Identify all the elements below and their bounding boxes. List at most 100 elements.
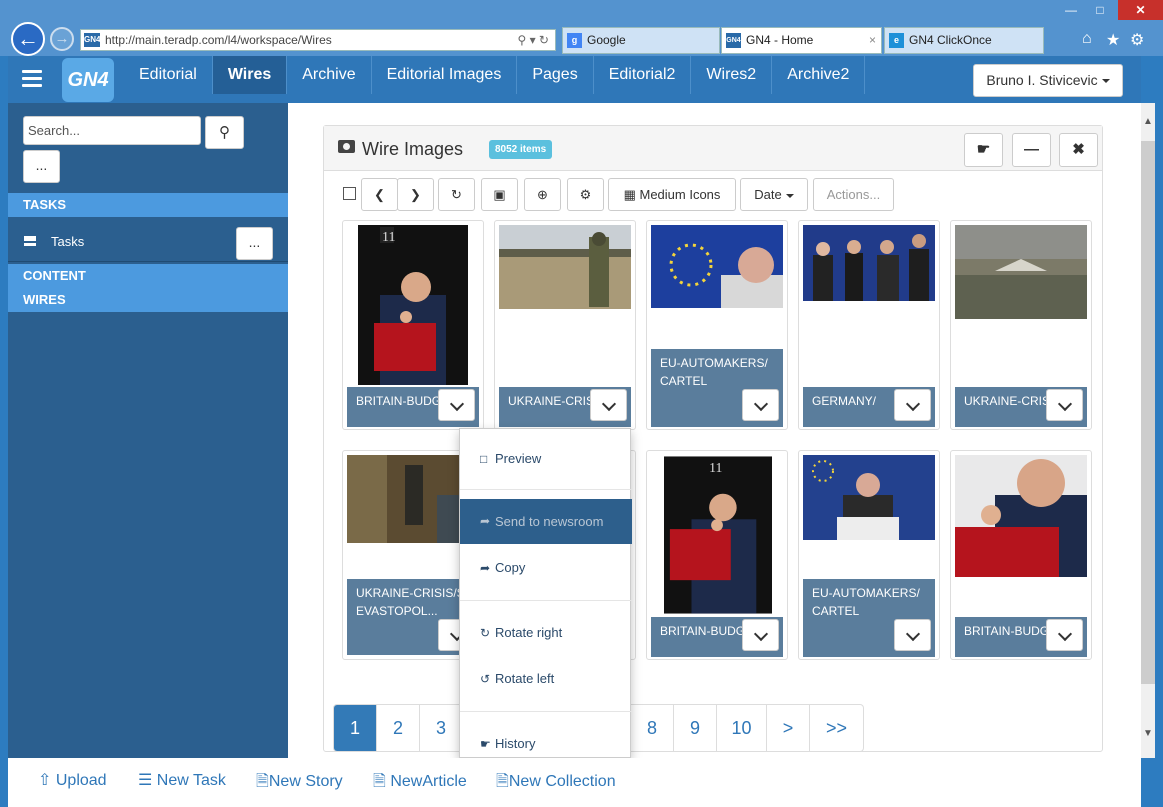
menu-item-label: Rotate left xyxy=(495,671,555,686)
settings-gear-icon[interactable]: ⚙ xyxy=(1130,30,1144,50)
image-card[interactable]: UKRAINE-CRISIS xyxy=(950,220,1092,430)
page-last[interactable]: >> xyxy=(810,705,863,751)
back-button[interactable]: ← xyxy=(11,22,45,56)
card-menu-button[interactable] xyxy=(742,619,779,651)
footer-actions: ⇧ Upload ☰ New Task 🗎New Story 🗎 NewArti… xyxy=(8,758,1141,807)
nav-editorial2[interactable]: Editorial2 xyxy=(594,56,692,94)
zoom-button[interactable]: ⊕ xyxy=(524,178,561,211)
svg-text:11: 11 xyxy=(709,460,722,475)
list-icon: ☰ xyxy=(138,772,157,789)
close-tab-icon[interactable]: × xyxy=(869,28,876,53)
browser-tab-clickonce[interactable]: e GN4 ClickOnce xyxy=(884,27,1044,54)
card-menu-button[interactable] xyxy=(1046,619,1083,651)
image-card[interactable]: GERMANY/ xyxy=(798,220,940,430)
address-bar[interactable]: GN4 http://main.teradp.com/l4/workspace/… xyxy=(80,29,556,51)
prev-button[interactable]: ❮ xyxy=(361,178,398,211)
tasks-options-button[interactable]: ... xyxy=(236,227,273,260)
caption-text: EU-AUTOMAKERS/CARTEL xyxy=(660,356,768,388)
new-task-button[interactable]: ☰ New Task xyxy=(138,770,226,790)
close-panel-button[interactable]: ✖ xyxy=(1059,133,1098,167)
image-card[interactable]: UKRAINE-CRISIS xyxy=(494,220,636,430)
tab-label: GN4 ClickOnce xyxy=(909,33,992,47)
scroll-up-icon[interactable]: ▲ xyxy=(1141,116,1155,136)
new-collection-label: New Collection xyxy=(508,773,616,790)
card-menu-button[interactable] xyxy=(438,389,475,421)
menu-item-history[interactable]: ☛ History xyxy=(460,733,632,755)
image-card[interactable]: EU-AUTOMAKERS/CARTEL xyxy=(646,220,788,430)
card-menu-button[interactable] xyxy=(894,389,931,421)
new-collection-button[interactable]: 🗎New Collection xyxy=(496,770,616,797)
menu-item-rotate-left[interactable]: ↺ Rotate left xyxy=(460,668,632,690)
card-context-menu: □ Preview ➦ Send to newsroom ➦ Copy ↻ Rotate… xyxy=(459,428,632,758)
image-card[interactable]: BRITAIN-BUDGET xyxy=(950,450,1092,660)
gn4-logo: GN4 xyxy=(62,58,114,102)
pagination-right: 8 9 10 > >> xyxy=(631,704,864,752)
thumbnail-field-soldier xyxy=(499,225,631,309)
menu-item-copy[interactable]: ➦ Copy xyxy=(460,557,632,579)
search-options-button[interactable]: ... xyxy=(23,150,60,183)
scrollbar-thumb[interactable] xyxy=(1141,141,1155,684)
menu-item-preview[interactable]: □ Preview xyxy=(460,449,632,469)
page-10[interactable]: 10 xyxy=(717,705,767,751)
hamburger-menu-icon[interactable] xyxy=(22,70,42,91)
nav-editorial-images[interactable]: Editorial Images xyxy=(372,56,518,94)
page-8[interactable]: 8 xyxy=(631,705,674,751)
wires-header[interactable]: WIRES xyxy=(8,288,288,312)
nav-wires[interactable]: Wires xyxy=(212,56,288,94)
nav-pages[interactable]: Pages xyxy=(517,56,594,94)
share-icon: ➦ xyxy=(480,514,491,528)
nav-archive[interactable]: Archive xyxy=(287,56,372,94)
maximize-button[interactable]: □ xyxy=(1085,0,1115,20)
image-card[interactable]: EU-AUTOMAKERS/CARTEL xyxy=(798,450,940,660)
menu-item-send-to-newsroom[interactable]: ➦ Send to newsroom xyxy=(460,499,632,544)
view-mode-label: Medium Icons xyxy=(639,187,721,202)
user-menu-button[interactable]: Bruno I. Stivicevic xyxy=(973,64,1123,97)
thumbnail-group-meeting xyxy=(803,225,935,301)
home-icon[interactable]: ⌂ xyxy=(1082,30,1092,48)
card-menu-button[interactable] xyxy=(894,619,931,651)
menu-divider xyxy=(460,600,632,601)
page-next[interactable]: > xyxy=(767,705,810,751)
select-all-checkbox[interactable] xyxy=(343,187,356,200)
list-icon xyxy=(24,236,36,246)
save-button[interactable]: ▣ xyxy=(481,178,518,211)
card-menu-button[interactable] xyxy=(1046,389,1083,421)
image-card[interactable]: 11 BRITAIN-BUDGET xyxy=(646,450,788,660)
search-button[interactable]: ⚲ xyxy=(205,116,244,149)
page-1[interactable]: 1 xyxy=(334,705,377,751)
minimize-button[interactable]: — xyxy=(1056,0,1086,20)
refresh-button[interactable]: ↻ xyxy=(438,178,475,211)
forward-button[interactable]: → xyxy=(50,27,74,51)
sort-dropdown[interactable]: Date xyxy=(740,178,808,211)
nav-wires2[interactable]: Wires2 xyxy=(691,56,773,94)
page-9[interactable]: 9 xyxy=(674,705,717,751)
tasks-header[interactable]: TASKS xyxy=(8,193,288,217)
browser-tab-gn4-home[interactable]: GN4 GN4 - Home × xyxy=(721,27,882,54)
minimize-panel-button[interactable]: — xyxy=(1012,133,1051,167)
gn4-icon: GN4 xyxy=(84,33,100,47)
close-window-button[interactable]: ✕ xyxy=(1118,0,1163,20)
actions-button[interactable]: Actions... xyxy=(813,178,894,211)
favorites-star-icon[interactable]: ★ xyxy=(1106,30,1120,50)
nav-archive2[interactable]: Archive2 xyxy=(772,56,866,94)
page-2[interactable]: 2 xyxy=(377,705,420,751)
browser-tab-google[interactable]: g Google xyxy=(562,27,720,54)
page-3[interactable]: 3 xyxy=(420,705,463,751)
search-input[interactable]: Search... xyxy=(23,116,201,145)
new-story-button[interactable]: 🗎New Story xyxy=(256,770,343,797)
menu-item-rotate-right[interactable]: ↻ Rotate right xyxy=(460,622,632,644)
gn4-icon: GN4 xyxy=(726,33,741,48)
scroll-down-icon[interactable]: ▼ xyxy=(1141,728,1155,748)
content-header[interactable]: CONTENT xyxy=(8,264,288,288)
settings-button[interactable]: ⚙ xyxy=(567,178,604,211)
nav-editorial[interactable]: Editorial xyxy=(124,56,213,94)
new-article-button[interactable]: 🗎 NewArticle xyxy=(373,770,467,797)
card-menu-button[interactable] xyxy=(590,389,627,421)
address-tools[interactable]: ⚲ ▾ ↻ xyxy=(517,30,549,50)
view-mode-button[interactable]: ▦ Medium Icons xyxy=(608,178,736,211)
image-card[interactable]: 11 BRITAIN-BUDGET xyxy=(342,220,484,430)
pin-button[interactable]: ☛ xyxy=(964,133,1003,167)
upload-button[interactable]: ⇧ Upload xyxy=(38,770,107,790)
card-menu-button[interactable] xyxy=(742,389,779,421)
next-button[interactable]: ❯ xyxy=(397,178,434,211)
